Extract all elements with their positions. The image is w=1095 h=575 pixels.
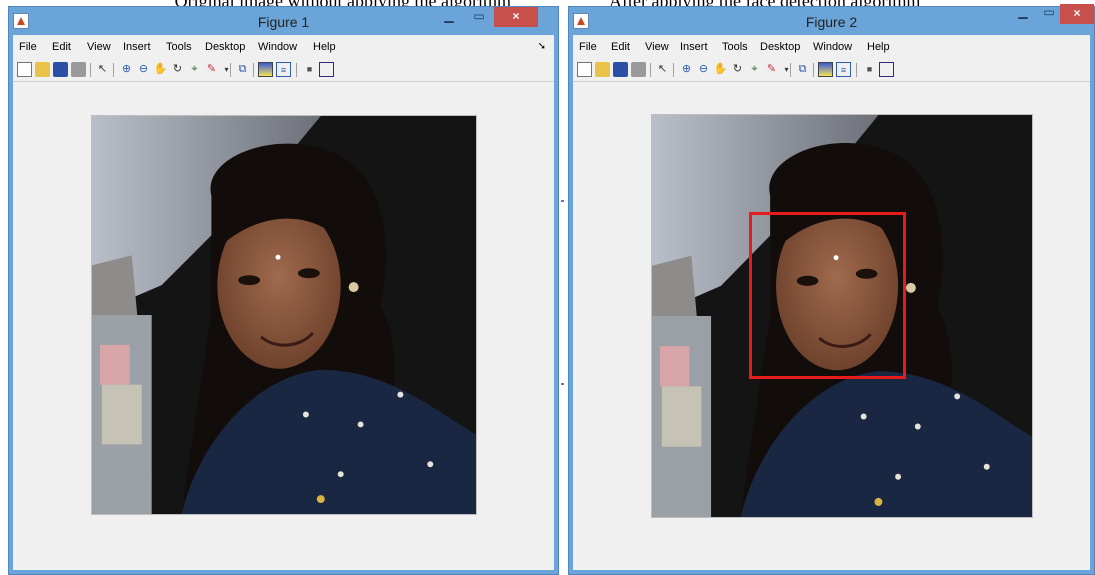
zoom-in-icon[interactable]: ⊕ <box>119 62 134 77</box>
brush-icon[interactable]: ✎ <box>764 62 779 77</box>
open-file-icon[interactable] <box>595 62 610 77</box>
menu-view[interactable]: View <box>87 41 111 53</box>
save-icon[interactable] <box>53 62 68 77</box>
show-plot-tools-icon[interactable] <box>879 62 894 77</box>
figure-window-1: Figure 1 ▁ ▭ × File Edit View Insert Too… <box>8 6 559 575</box>
pointer-icon[interactable]: ↖ <box>95 62 110 77</box>
data-cursor-icon[interactable]: ⌖ <box>187 62 202 77</box>
figure-client-area: File Edit View Insert Tools Desktop Wind… <box>573 35 1090 570</box>
figure-toolbar: ↖ ⊕ ⊖ ✋ ↻ ⌖ ✎ ▾ ⧉ ≡ ■ <box>13 59 554 82</box>
minimize-button[interactable]: ▁ <box>436 7 462 27</box>
pointer-icon[interactable]: ↖ <box>655 62 670 77</box>
title-bar[interactable]: Figure 1 ▁ ▭ × <box>9 7 558 35</box>
colorbar-icon[interactable] <box>258 62 273 77</box>
title-bar[interactable]: Figure 2 ▁ ▭ × <box>569 4 1094 35</box>
maximize-button[interactable]: ▭ <box>466 7 492 27</box>
menu-view[interactable]: View <box>645 41 669 53</box>
menu-insert[interactable]: Insert <box>680 41 708 53</box>
show-plot-tools-icon[interactable] <box>319 62 334 77</box>
menu-bar: File Edit View Insert Tools Desktop Wind… <box>573 35 1090 59</box>
face-detection-box <box>749 212 906 379</box>
open-file-icon[interactable] <box>35 62 50 77</box>
menu-bar: File Edit View Insert Tools Desktop Wind… <box>13 35 554 59</box>
colorbar-icon[interactable] <box>818 62 833 77</box>
legend-icon[interactable]: ≡ <box>276 62 291 77</box>
menu-insert[interactable]: Insert <box>123 41 151 53</box>
menu-edit[interactable]: Edit <box>52 41 71 53</box>
image-axes <box>651 114 1033 518</box>
legend-icon[interactable]: ≡ <box>836 62 851 77</box>
menu-edit[interactable]: Edit <box>611 41 630 53</box>
menu-desktop[interactable]: Desktop <box>760 41 800 53</box>
menu-help[interactable]: Help <box>313 41 336 53</box>
pan-icon[interactable]: ✋ <box>153 62 168 77</box>
save-icon[interactable] <box>613 62 628 77</box>
image-axes <box>91 115 477 515</box>
hide-plot-tools-icon[interactable]: ■ <box>862 62 877 77</box>
dock-arrow-icon[interactable]: ➘ <box>538 41 546 52</box>
minimize-button[interactable]: ▁ <box>1010 3 1036 23</box>
menu-desktop[interactable]: Desktop <box>205 41 245 53</box>
menu-tools[interactable]: Tools <box>166 41 192 53</box>
figure-toolbar: ↖ ⊕ ⊖ ✋ ↻ ⌖ ✎ ▾ ⧉ ≡ ■ <box>573 59 1090 82</box>
figure-client-area: File Edit View Insert Tools Desktop Wind… <box>13 35 554 570</box>
maximize-button[interactable]: ▭ <box>1036 3 1062 23</box>
data-cursor-icon[interactable]: ⌖ <box>747 62 762 77</box>
print-icon[interactable] <box>71 62 86 77</box>
brush-dropdown-icon[interactable]: ▾ <box>219 62 234 77</box>
rotate-3d-icon[interactable]: ↻ <box>730 62 745 77</box>
rotate-3d-icon[interactable]: ↻ <box>170 62 185 77</box>
close-button[interactable]: × <box>1060 4 1094 24</box>
new-figure-icon[interactable] <box>17 62 32 77</box>
figure-window-2: Figure 2 ▁ ▭ × File Edit View Insert Too… <box>568 4 1095 575</box>
menu-window[interactable]: Window <box>813 41 852 53</box>
pan-icon[interactable]: ✋ <box>713 62 728 77</box>
menu-window[interactable]: Window <box>258 41 297 53</box>
brush-dropdown-icon[interactable]: ▾ <box>779 62 794 77</box>
link-plot-icon[interactable]: ⧉ <box>235 62 250 77</box>
portrait-photo <box>92 116 476 514</box>
zoom-out-icon[interactable]: ⊖ <box>136 62 151 77</box>
close-button[interactable]: × <box>494 7 538 27</box>
zoom-out-icon[interactable]: ⊖ <box>696 62 711 77</box>
new-figure-icon[interactable] <box>577 62 592 77</box>
zoom-in-icon[interactable]: ⊕ <box>679 62 694 77</box>
menu-tools[interactable]: Tools <box>722 41 748 53</box>
menu-help[interactable]: Help <box>867 41 890 53</box>
hide-plot-tools-icon[interactable]: ■ <box>302 62 317 77</box>
brush-icon[interactable]: ✎ <box>204 62 219 77</box>
print-icon[interactable] <box>631 62 646 77</box>
menu-file[interactable]: File <box>579 41 597 53</box>
menu-file[interactable]: File <box>19 41 37 53</box>
link-plot-icon[interactable]: ⧉ <box>795 62 810 77</box>
